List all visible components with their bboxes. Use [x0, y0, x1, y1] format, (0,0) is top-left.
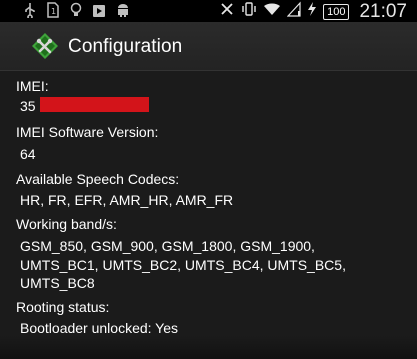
speech-codecs-label: Available Speech Codecs:: [16, 171, 180, 187]
usb-icon: [24, 2, 36, 23]
working-bands-line: GSM_850, GSM_900, GSM_1800, GSM_1900,: [20, 238, 315, 254]
vibrate-icon: [241, 1, 257, 22]
sim-card-icon: 1: [46, 2, 60, 23]
action-bar: Configuration: [0, 22, 417, 71]
redaction-bar: [40, 97, 149, 112]
imei-sv-label: IMEI Software Version:: [16, 124, 159, 140]
signal-icon: [286, 1, 301, 22]
bulb-icon: [70, 2, 82, 23]
svg-text:1: 1: [51, 7, 56, 16]
working-bands-label: Working band/s:: [16, 216, 117, 232]
wifi-icon: [263, 1, 281, 22]
working-bands-line: UMTS_BC1, UMTS_BC2, UMTS_BC4, UMTS_BC5,: [20, 257, 346, 273]
rooting-status-label: Rooting status:: [16, 299, 110, 315]
status-bar: 1 100 21:07: [0, 0, 417, 22]
working-bands-line: UMTS_BC8: [20, 275, 95, 291]
page-title: Configuration: [68, 36, 183, 57]
battery-indicator: 100: [323, 3, 350, 20]
status-notification-icons: 1: [24, 2, 130, 23]
play-store-icon: [92, 2, 106, 23]
android-icon: [116, 2, 130, 23]
nfc-off-icon: [219, 1, 235, 22]
speech-codecs-value: HR, FR, EFR, AMR_HR, AMR_FR: [20, 192, 234, 208]
charging-icon: [307, 1, 317, 22]
bottom-fade: [0, 335, 417, 359]
imei-label: IMEI:: [16, 78, 49, 94]
status-clock: 21:07: [359, 0, 407, 22]
imei-value: 35: [20, 98, 36, 114]
tools-logo-icon[interactable]: [31, 32, 59, 60]
status-system-icons: 100 21:07: [219, 1, 407, 22]
imei-sv-value: 64: [20, 146, 36, 162]
